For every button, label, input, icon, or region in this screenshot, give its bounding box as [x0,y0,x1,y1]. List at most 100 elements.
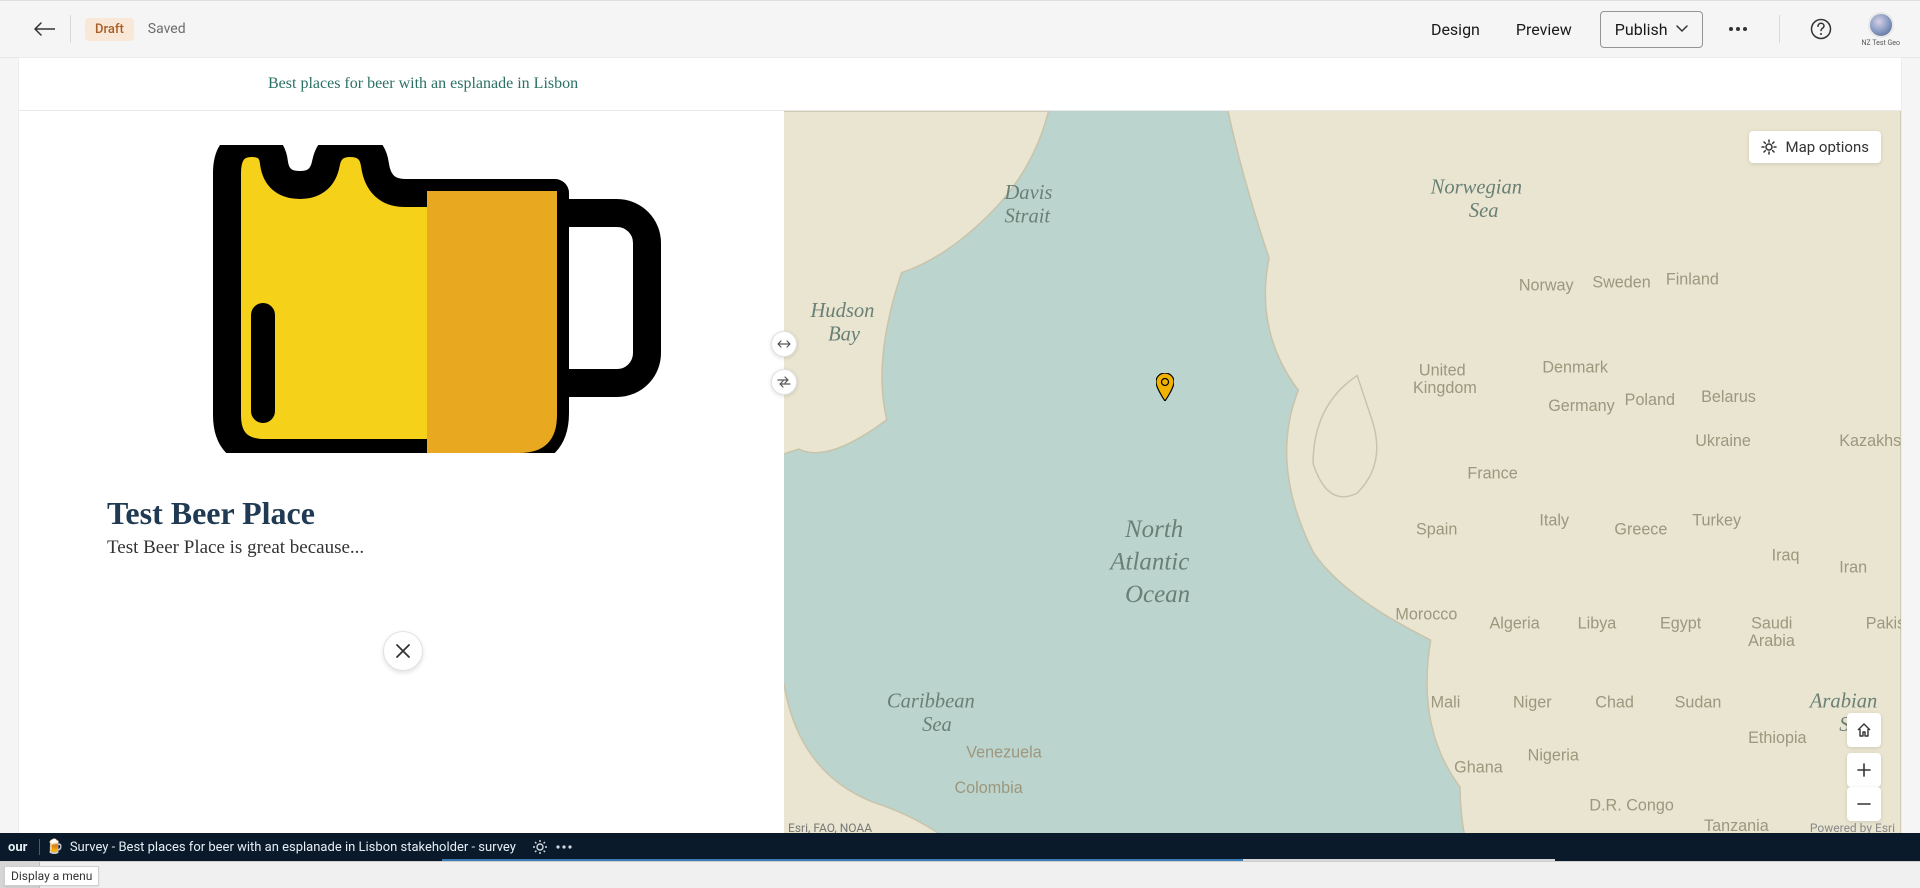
svg-text:North: North [1124,516,1183,543]
swap-panels-button[interactable] [771,369,797,395]
settings-button[interactable] [528,835,552,859]
map-options-label: Map options [1785,138,1869,156]
svg-text:Belarus: Belarus [1701,388,1756,406]
ellipsis-icon [1728,26,1748,32]
plus-icon [1857,763,1871,777]
more-menu-button[interactable] [1717,8,1759,50]
map-panel[interactable]: Davis Strait Hudson Bay Norwegian Sea Ca… [784,111,1901,839]
svg-text:Greece: Greece [1614,520,1667,538]
svg-text:Iran: Iran [1839,558,1867,576]
divider [70,15,71,43]
svg-text:Norwegian: Norwegian [1430,176,1522,198]
svg-text:Germany: Germany [1548,397,1615,415]
svg-text:Algeria: Algeria [1489,614,1539,632]
gear-icon [1761,139,1777,155]
svg-text:Ethiopia: Ethiopia [1748,729,1806,747]
svg-text:Caribbean: Caribbean [887,691,975,713]
svg-text:France: France [1467,464,1517,482]
chevron-down-icon [1676,25,1688,33]
svg-text:Finland: Finland [1666,270,1719,288]
svg-text:Arabian: Arabian [1808,691,1877,713]
bottom-title: our [8,840,27,855]
gear-icon [532,839,548,855]
svg-text:United: United [1419,362,1466,380]
top-bar: Draft Saved Design Preview Publish [0,0,1920,58]
svg-text:Colombia: Colombia [954,779,1022,797]
svg-text:Ghana: Ghana [1454,758,1503,776]
svg-text:Davis: Davis [1003,182,1052,204]
save-status: Saved [148,21,186,37]
svg-text:Turkey: Turkey [1692,511,1742,529]
map-home-button[interactable] [1847,713,1881,747]
more-button[interactable] [552,835,576,859]
svg-text:Sea: Sea [1469,200,1499,222]
svg-text:Iraq: Iraq [1772,547,1800,565]
content-row: Test Beer Place Test Beer Place is great… [19,110,1901,839]
svg-text:Atlantic: Atlantic [1108,549,1189,576]
slide-description[interactable]: Test Beer Place is great because... [107,537,364,559]
map-zoom-in-button[interactable] [1847,753,1881,787]
home-icon [1856,722,1872,738]
close-slide-button[interactable] [383,631,423,671]
bottom-status-bar: our 🍺 Survey - Best places for beer with… [0,833,1920,861]
minus-icon [1857,797,1871,811]
map-zoom-out-button[interactable] [1847,787,1881,821]
svg-text:Libya: Libya [1578,614,1617,632]
map-svg: Davis Strait Hudson Bay Norwegian Sea Ca… [784,111,1901,839]
svg-text:Strait: Strait [1004,206,1051,228]
svg-text:Saudi: Saudi [1751,614,1792,632]
story-canvas: Best places for beer with an esplanade i… [19,58,1901,839]
os-taskbar [0,861,1920,888]
split-resize-button[interactable] [771,331,797,357]
svg-text:Egypt: Egypt [1660,614,1702,632]
survey-name[interactable]: Survey - Best places for beer with an es… [70,840,516,855]
help-icon [1810,18,1832,40]
svg-text:Venezuela: Venezuela [966,744,1041,762]
ellipsis-icon [556,845,572,849]
svg-text:Italy: Italy [1539,511,1570,529]
svg-text:Norway: Norway [1519,276,1575,294]
svg-text:Poland: Poland [1625,391,1675,409]
story-title[interactable]: Best places for beer with an esplanade i… [268,75,578,93]
map-pin-icon[interactable] [1156,373,1174,401]
top-nav: Design Preview Publish [1417,8,1900,50]
resize-horizontal-icon [777,339,791,349]
flag-icon: 🍺 [46,839,63,855]
svg-text:Morocco: Morocco [1395,606,1457,624]
back-button[interactable] [24,9,64,49]
beer-mug-icon [187,145,665,453]
design-button[interactable]: Design [1417,12,1494,47]
svg-text:Spain: Spain [1416,520,1457,538]
svg-text:Hudson: Hudson [809,300,874,322]
arrow-left-icon [33,21,55,37]
help-button[interactable] [1800,8,1842,50]
divider [39,839,40,855]
slide-image[interactable] [187,145,665,453]
account-menu[interactable]: NZ Test Geo [1862,12,1900,47]
svg-text:Kazakhstan: Kazakhstan [1839,432,1901,450]
publish-label: Publish [1615,20,1668,39]
svg-text:Kingdom: Kingdom [1413,379,1477,397]
svg-text:Arabia: Arabia [1748,632,1795,650]
svg-text:Denmark: Denmark [1542,359,1608,377]
avatar [1868,12,1894,38]
swap-icon [777,376,791,388]
slide-panel: Test Beer Place Test Beer Place is great… [19,111,784,839]
svg-text:Niger: Niger [1513,694,1552,712]
svg-text:Bay: Bay [828,323,861,345]
avatar-label: NZ Test Geo [1862,39,1900,47]
slide-title[interactable]: Test Beer Place [107,495,315,532]
svg-text:Pakistan: Pakistan [1866,614,1901,632]
svg-text:Sea: Sea [922,714,952,736]
svg-text:D.R. Congo: D.R. Congo [1589,797,1673,815]
svg-text:Chad: Chad [1595,694,1634,712]
close-icon [395,643,411,659]
draft-badge: Draft [85,18,134,41]
svg-text:Sweden: Sweden [1592,273,1650,291]
svg-text:Nigeria: Nigeria [1528,747,1579,765]
app-root: Draft Saved Design Preview Publish [0,0,1920,888]
publish-button[interactable]: Publish [1600,11,1703,48]
map-options-button[interactable]: Map options [1749,131,1881,163]
story-header: Best places for beer with an esplanade i… [19,58,1901,110]
preview-button[interactable]: Preview [1502,12,1586,47]
